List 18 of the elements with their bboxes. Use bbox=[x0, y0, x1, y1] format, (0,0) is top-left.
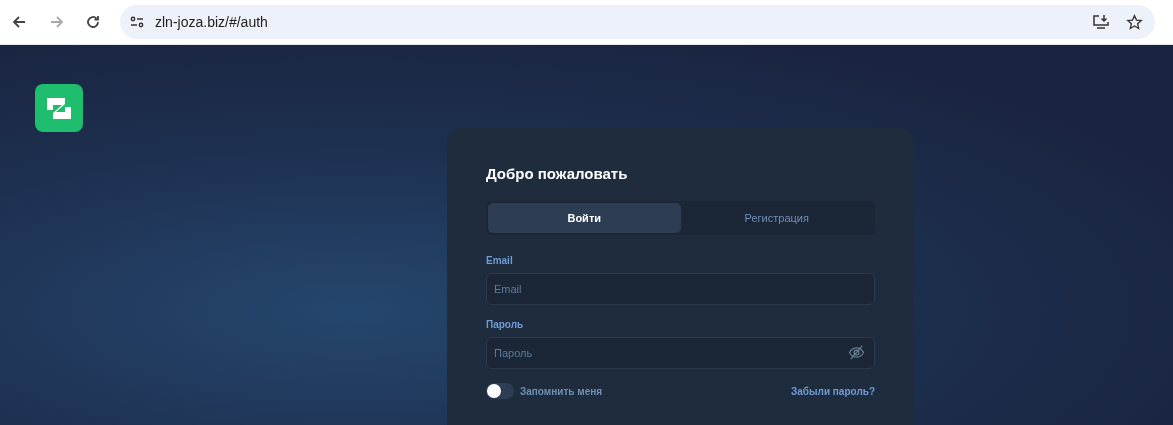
remember-toggle[interactable] bbox=[486, 383, 514, 399]
bookmark-star-icon[interactable] bbox=[1126, 13, 1143, 31]
forgot-password-link[interactable]: Забыли пароль? bbox=[791, 383, 875, 399]
password-field[interactable]: Пароль bbox=[486, 337, 875, 369]
eye-slash-icon[interactable] bbox=[848, 344, 865, 361]
logo-mark-icon bbox=[45, 95, 73, 121]
reload-icon[interactable] bbox=[85, 14, 101, 30]
field-label: Email bbox=[486, 255, 514, 267]
card-title: Добро пожаловать bbox=[486, 164, 629, 184]
url-text: zln-joza.biz/#/auth bbox=[155, 12, 268, 32]
tab[interactable]: Войти bbox=[488, 203, 681, 233]
address-bar[interactable]: zln-joza.biz/#/auth bbox=[120, 5, 1155, 39]
tab[interactable]: Регистрация bbox=[680, 203, 873, 233]
field-label: Пароль bbox=[486, 319, 525, 331]
email-field[interactable]: Email bbox=[486, 273, 875, 305]
back-icon[interactable] bbox=[11, 14, 27, 30]
install-app-icon[interactable] bbox=[1092, 13, 1110, 31]
remember-label: Запомнить меня bbox=[520, 384, 603, 399]
